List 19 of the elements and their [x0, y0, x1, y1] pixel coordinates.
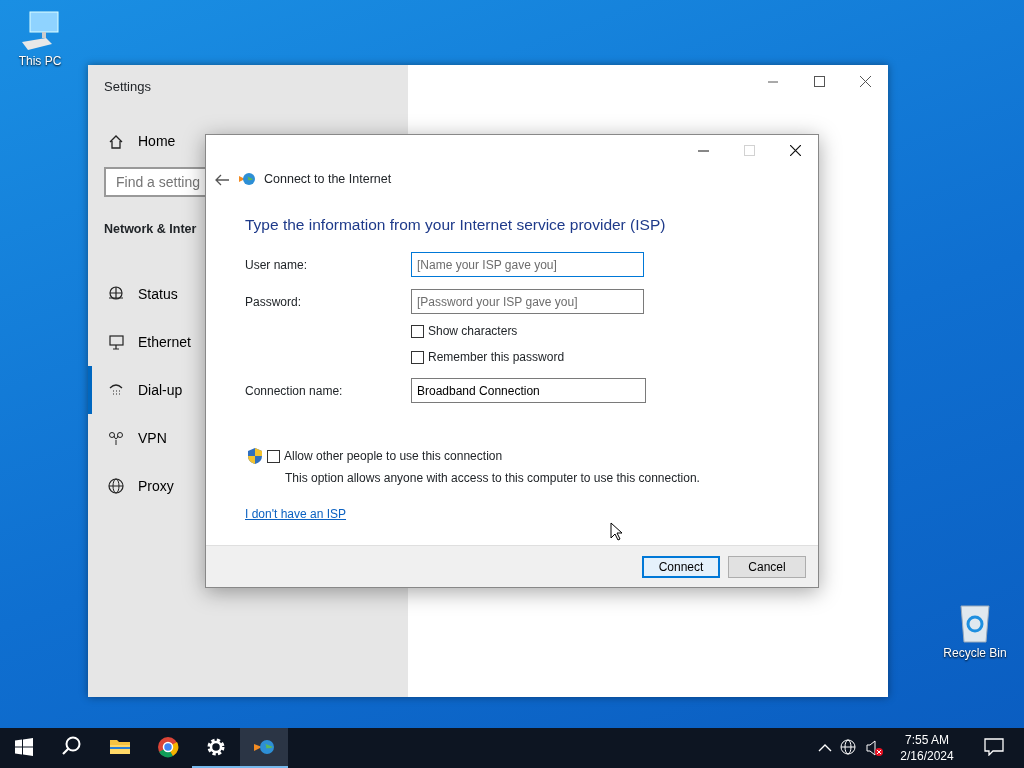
nav-label: Ethernet	[138, 332, 191, 352]
nav-label: VPN	[138, 428, 167, 448]
nav-label: Status	[138, 284, 178, 304]
nav-label: Dial-up	[138, 380, 183, 400]
section-heading: Network & Inter	[104, 220, 197, 238]
field-label: User name:	[245, 256, 309, 274]
checkbox-label: Remember this password	[428, 349, 565, 367]
field-label: Connection name:	[245, 382, 344, 400]
clock-date: 2/16/2024	[899, 748, 955, 765]
dialog-title: Connect to the Internet	[264, 170, 392, 188]
option-description: This option allows anyone with access to this computer to use this connection.	[285, 470, 701, 488]
clock-time: 7:55 AM	[904, 731, 950, 748]
window-title: Settings	[103, 78, 152, 96]
instruction-heading: Type the information from your Internet service provider (ISP)	[245, 215, 667, 235]
checkbox-label: Show characters	[428, 323, 518, 341]
nav-label: Home	[138, 132, 176, 151]
nav-label: Proxy	[138, 476, 174, 496]
checkbox-label: Allow other people to use this connection	[284, 448, 503, 466]
field-label: Password:	[245, 293, 303, 311]
